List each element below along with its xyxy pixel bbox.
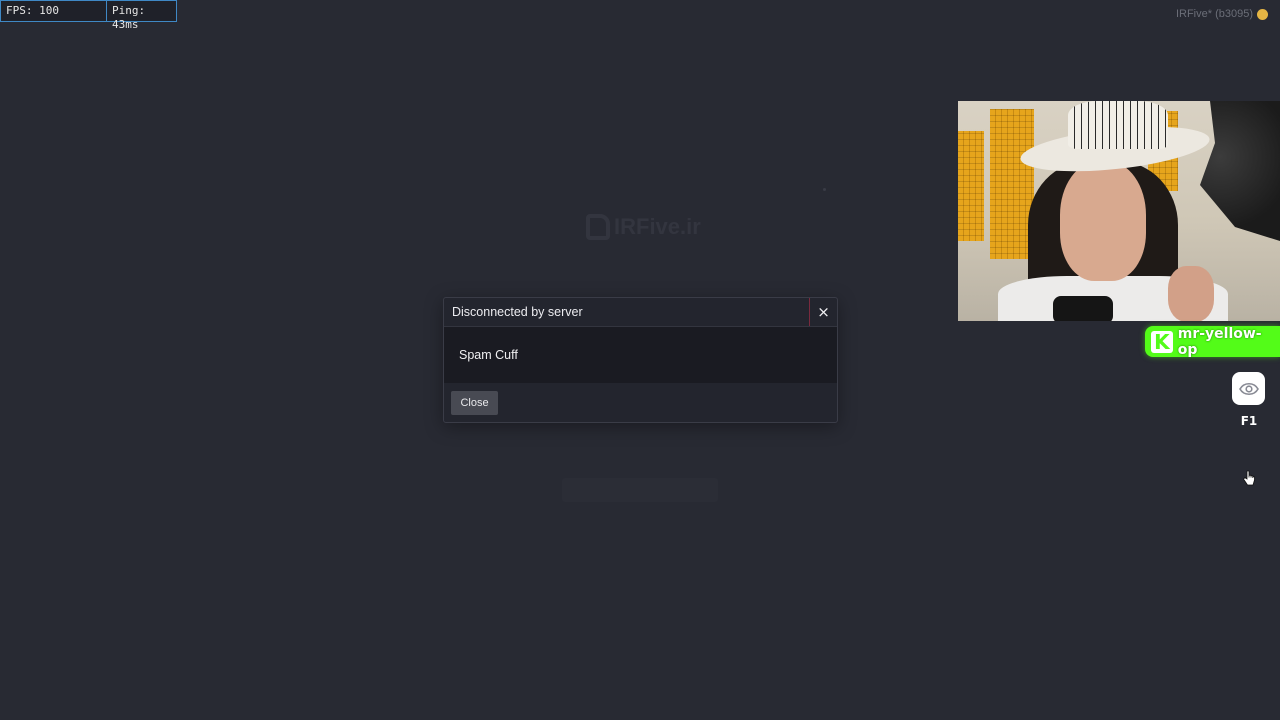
background-logo: IRFive.ir [586, 214, 701, 240]
dialog-body: Spam Cuff [444, 327, 837, 383]
dialog-footer: Close [444, 383, 837, 422]
streamer-username: mr-yellow-op [1177, 325, 1262, 358]
version-text: IRFive* (b3095) [1175, 8, 1253, 20]
eye-toggle-button[interactable] [1232, 372, 1265, 405]
streamer-hand [1168, 266, 1214, 321]
dialog-close-icon[interactable]: × [809, 298, 837, 326]
dialog-header: Disconnected by server × [444, 298, 837, 327]
background-logo-text: IRFive.ir [614, 214, 701, 239]
webcam-overlay [958, 101, 1280, 321]
streamer-face [1060, 161, 1146, 281]
logo-mark-icon [586, 214, 610, 240]
close-button[interactable]: Close [451, 391, 498, 415]
disconnect-dialog: Disconnected by server × Spam Cuff Close [443, 297, 838, 423]
version-label: IRFive* (b3095) [1176, 8, 1268, 20]
kick-logo-icon: K [1151, 330, 1173, 353]
microphone [1053, 296, 1113, 321]
dialog-message: Spam Cuff [459, 348, 518, 362]
hand-cursor-icon [1242, 470, 1255, 486]
dialog-title: Disconnected by server [452, 305, 583, 319]
kick-username-badge: K mr-yellow-op [1145, 325, 1280, 358]
eye-icon [1238, 382, 1259, 395]
hotkey-label: F1 [1240, 414, 1258, 428]
hat-crown [1068, 101, 1168, 149]
acoustic-panel [958, 131, 984, 241]
background-dot [823, 188, 826, 191]
stats-overlay: FPS: 100 Ping: 43ms [0, 0, 177, 31]
hexagon-wall [1200, 101, 1280, 241]
ping-counter: Ping: 43ms [107, 0, 177, 31]
fps-counter: FPS: 100 [0, 0, 107, 22]
background-faded-button [562, 478, 718, 502]
background-faded-text [572, 438, 710, 458]
coin-icon [1257, 8, 1268, 20]
